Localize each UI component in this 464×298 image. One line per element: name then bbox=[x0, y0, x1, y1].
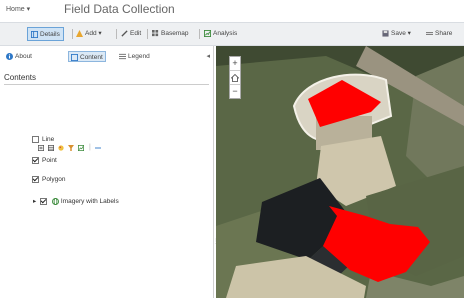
layer-line-tools: | bbox=[38, 144, 118, 153]
layer-point-checkbox[interactable] bbox=[32, 157, 39, 164]
share-icon bbox=[426, 31, 433, 35]
zoom-out-button[interactable]: − bbox=[230, 85, 240, 98]
more-options-icon[interactable] bbox=[95, 145, 101, 151]
contents-heading: Contents bbox=[4, 73, 37, 82]
tab-about[interactable]: About bbox=[6, 51, 32, 62]
share-button[interactable]: Share bbox=[426, 27, 452, 41]
toolbar-divider bbox=[147, 29, 148, 39]
satellite-imagery bbox=[216, 46, 464, 298]
app-header: Home ▾ Field Data Collection bbox=[0, 0, 464, 20]
legend-icon bbox=[119, 53, 126, 59]
panel-tabs: About Content Legend ◂ bbox=[0, 46, 214, 66]
toolbar-divider bbox=[199, 29, 200, 39]
layer-imagery-checkbox[interactable] bbox=[40, 197, 48, 205]
default-extent-home-button[interactable] bbox=[230, 71, 240, 85]
tab-legend[interactable]: Legend bbox=[119, 51, 150, 62]
layer-polygon-checkbox[interactable] bbox=[32, 176, 39, 183]
toolbar-divider bbox=[116, 29, 117, 39]
pencil-icon bbox=[121, 30, 128, 37]
edit-button[interactable]: Edit bbox=[121, 27, 141, 41]
layer-point[interactable]: Point bbox=[32, 157, 57, 164]
layer-line[interactable]: Line bbox=[32, 136, 54, 143]
tab-content[interactable]: Content bbox=[68, 51, 106, 62]
map-view[interactable] bbox=[216, 46, 464, 298]
divider bbox=[4, 84, 209, 85]
content-list-icon bbox=[71, 53, 78, 61]
show-legend-icon[interactable] bbox=[38, 145, 44, 151]
toolbar: Details Add ▾ Edit Basemap Analysis Save… bbox=[0, 22, 464, 46]
layer-polygon[interactable]: Polygon bbox=[32, 176, 66, 183]
analysis-icon[interactable] bbox=[78, 145, 84, 151]
collapse-panel-icon[interactable]: ◂ bbox=[206, 52, 210, 60]
add-layer-icon bbox=[76, 29, 83, 37]
tools-divider: | bbox=[89, 144, 91, 151]
page-title: Field Data Collection bbox=[64, 2, 175, 16]
style-icon[interactable] bbox=[58, 145, 64, 151]
save-button[interactable]: Save ▾ bbox=[382, 27, 411, 41]
add-button[interactable]: Add ▾ bbox=[76, 27, 102, 41]
globe-icon bbox=[51, 197, 59, 205]
info-icon bbox=[6, 52, 13, 60]
layer-imagery[interactable]: ▸ Imagery with Labels bbox=[33, 197, 119, 205]
zoom-controls: + − bbox=[229, 56, 241, 99]
analysis-icon bbox=[204, 29, 211, 37]
details-button[interactable]: Details bbox=[27, 27, 64, 41]
layer-line-checkbox[interactable] bbox=[32, 136, 39, 143]
details-panel: About Content Legend ◂ Contents Line | P… bbox=[0, 46, 214, 298]
expand-chevron-icon[interactable]: ▸ bbox=[33, 198, 36, 205]
table-icon[interactable] bbox=[48, 145, 54, 151]
filter-icon[interactable] bbox=[68, 145, 74, 151]
toolbar-divider bbox=[72, 29, 73, 39]
details-icon bbox=[31, 30, 38, 38]
zoom-in-button[interactable]: + bbox=[230, 57, 240, 71]
home-icon bbox=[230, 73, 240, 82]
basemap-grid-icon bbox=[152, 29, 159, 36]
home-menu[interactable]: Home ▾ bbox=[6, 5, 30, 13]
analysis-button[interactable]: Analysis bbox=[204, 27, 237, 41]
save-icon bbox=[382, 30, 389, 37]
basemap-button[interactable]: Basemap bbox=[152, 27, 188, 41]
